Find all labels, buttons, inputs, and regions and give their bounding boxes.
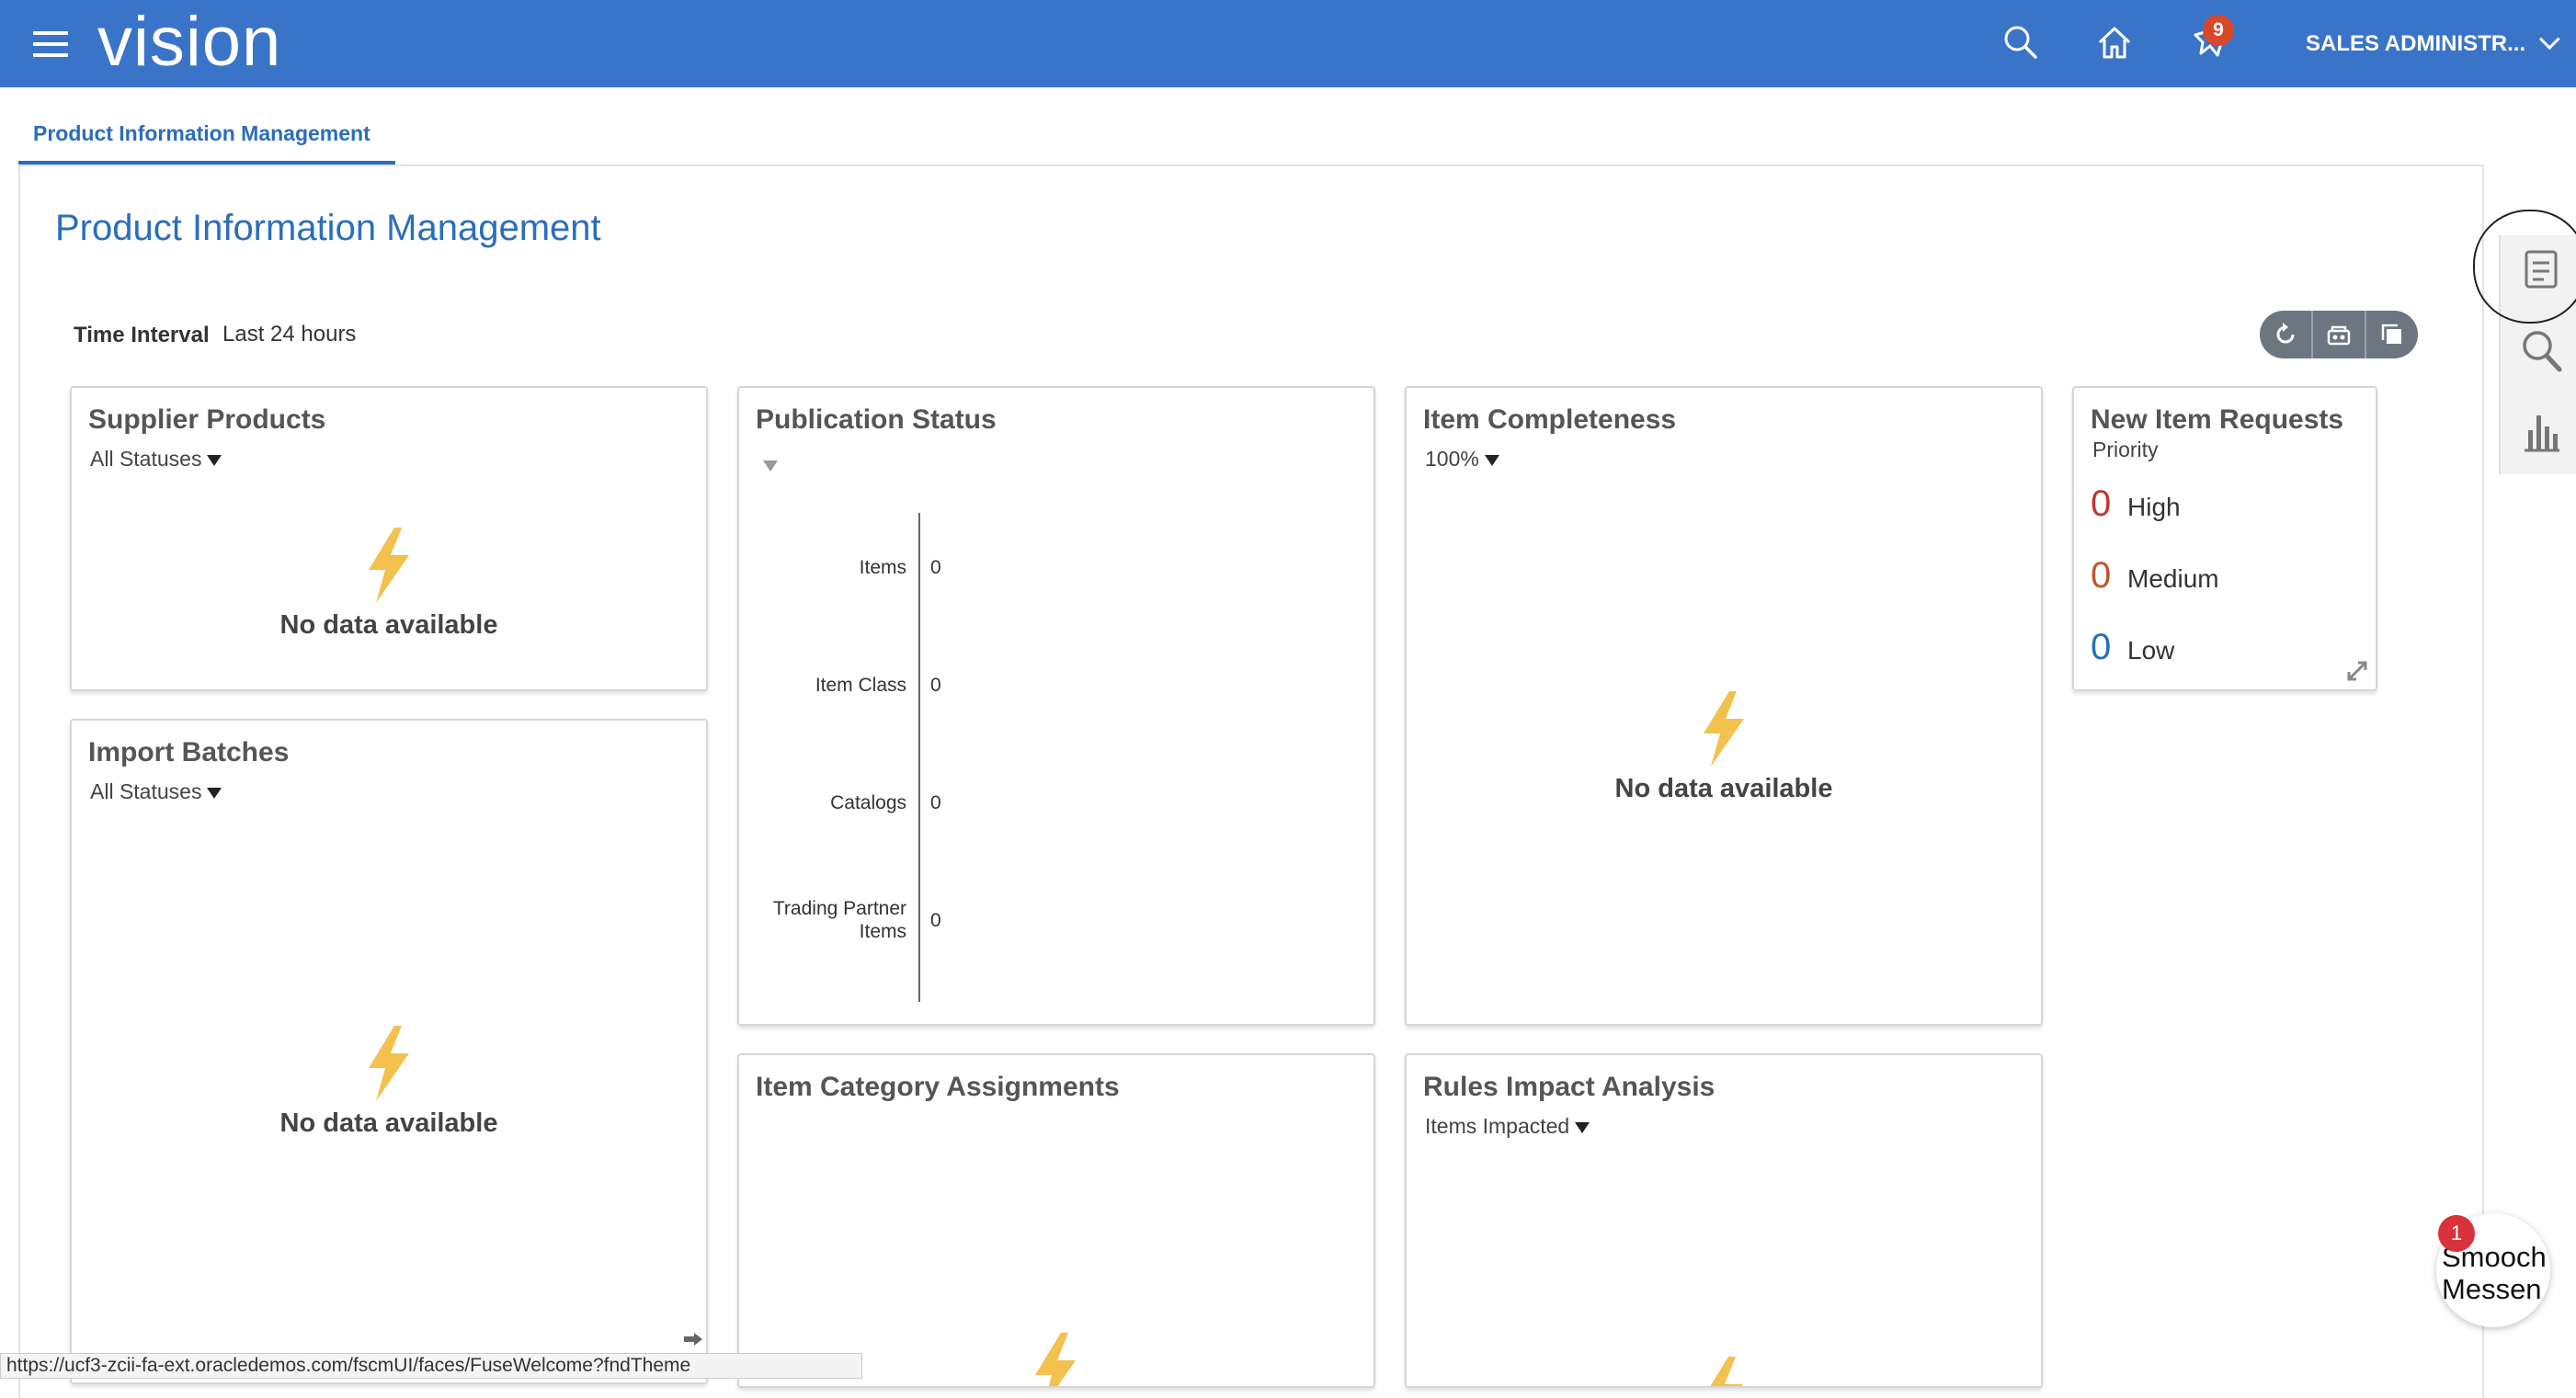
rules-impact-analysis-card: Rules Impact Analysis Items Impacted [1405,1053,2043,1388]
no-data-message: No data available [1407,689,2041,804]
time-interval-label: Time Interval [74,323,210,347]
pub-row-label: Items [859,557,906,578]
request-priority-label: Low [2127,636,2175,665]
request-count: 0 [2091,483,2112,524]
user-menu[interactable]: SALES ADMINISTR... [2306,28,2560,57]
supplier-products-card: Supplier Products All Statuses No data a… [70,386,708,691]
request-row-high[interactable]: 0 High [2091,483,2181,525]
card-title: Supplier Products [88,404,326,435]
pub-row-value: 0 [930,792,941,813]
completeness-filter-dropdown[interactable]: 100% [1425,447,1499,472]
customize-button[interactable] [2313,311,2366,358]
new-item-requests-card: New Item Requests Priority 0 High 0 Medium… [2072,386,2377,691]
dashboard-controls [2260,311,2418,358]
refresh-icon [2276,323,2295,344]
chevron-down-icon [2539,28,2560,51]
dropdown-arrow-icon [1484,454,1499,466]
item-category-assignments-card: Item Category Assignments [737,1053,1375,1388]
item-completeness-card: Item Completeness 100% No data available [1405,386,2043,1026]
chart-axis [918,513,920,1002]
pub-row-value: 0 [930,910,941,931]
request-row-medium[interactable]: 0 Medium [2091,555,2219,597]
bar-chart-icon[interactable] [2519,406,2563,456]
completeness-filter-value: 100% [1425,447,1479,471]
card-title: Item Completeness [1423,404,1677,435]
pub-row-value: 0 [930,675,941,696]
dropdown-arrow-icon [1575,1121,1590,1133]
card-title: Item Category Assignments [756,1072,1120,1102]
no-data-text: No data available [279,610,498,640]
lightning-icon [369,528,409,603]
chat-unread-badge: 1 [2438,1215,2475,1252]
notifications-count-badge: 9 [2203,15,2234,46]
dropdown-arrow-icon [207,787,222,799]
card-title: Publication Status [756,404,997,435]
request-row-low[interactable]: 0 Low [2091,627,2174,668]
impact-filter-dropdown[interactable]: Items Impacted [1425,1114,1590,1139]
dropdown-arrow-icon [207,454,222,466]
page-title: Product Information Management [55,208,601,248]
user-menu-label: SALES ADMINISTR... [2306,31,2526,56]
status-filter-value: All Statuses [90,779,202,803]
lightning-icon [369,1026,409,1101]
chat-label-line2: Messen [2442,1273,2542,1305]
status-filter-dropdown[interactable]: All Statuses [90,447,222,472]
request-count: 0 [2091,555,2112,596]
time-interval-value[interactable]: Last 24 hours [222,322,356,347]
lightning-icon [1704,691,1744,767]
cursor-focus-ring [2473,210,2576,324]
no-data-text: No data available [1614,774,1833,803]
impact-filter-value: Items Impacted [1425,1114,1570,1138]
top-bar: vision 9 SALES ADMINISTR... [0,0,2576,87]
app-logo[interactable]: vision [97,2,281,82]
import-batches-card: Import Batches All Statuses No data avai… [70,719,708,1384]
expand-icon[interactable] [2346,660,2368,682]
pub-row-value: 0 [930,557,941,578]
tab-product-information-management[interactable]: Product Information Management [18,97,395,165]
customize-icon [2327,325,2351,346]
status-url: https://ucf3-zcii-fa-ext.oracledemos.com… [0,1353,862,1379]
pub-row-label: Item Class [815,675,906,696]
dropdown-arrow-icon [763,460,778,472]
tab-label: Product Information Management [33,121,370,145]
request-priority-label: High [2127,493,2181,521]
status-filter-dropdown[interactable] [758,452,778,477]
hamburger-menu-icon[interactable] [33,31,68,57]
status-filter-dropdown[interactable]: All Statuses [90,779,222,804]
copy-button[interactable] [2366,311,2418,358]
arrow-right-icon[interactable] [684,1333,702,1346]
lightning-icon [1710,1357,1743,1386]
pub-row-label: Trading Partner Items [772,898,906,942]
copy-icon [2381,324,2401,344]
status-filter-value: All Statuses [90,447,202,471]
home-icon[interactable] [2094,22,2135,63]
card-title: New Item Requests [2091,404,2344,435]
pub-row-label: Catalogs [830,792,906,813]
no-data-text: No data available [279,1108,498,1138]
card-title: Rules Impact Analysis [1423,1072,1715,1102]
publication-status-card: Publication Status Items 0 Item Class 0 … [737,386,1375,1026]
card-title: Import Batches [88,737,290,767]
search-icon[interactable] [2000,22,2041,63]
card-subtitle: Priority [2092,438,2159,461]
request-priority-label: Medium [2127,564,2219,593]
search-icon[interactable] [2519,325,2563,375]
no-data-message: No data available [72,1024,706,1139]
lightning-icon [1035,1333,1076,1386]
refresh-button[interactable] [2260,311,2313,358]
no-data-message: No data available [72,526,706,641]
request-count: 0 [2091,627,2112,667]
